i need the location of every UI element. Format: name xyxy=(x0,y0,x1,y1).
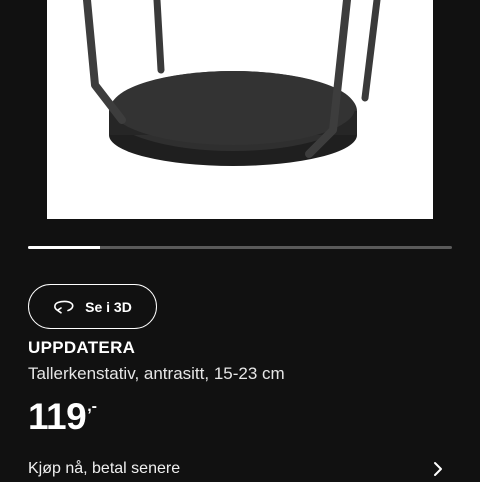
product-price: 119 ,- xyxy=(28,396,97,438)
chevron-right-icon xyxy=(434,462,442,476)
carousel-progress-fill xyxy=(28,246,101,249)
view-in-3d-label: Se i 3D xyxy=(85,298,132,315)
product-name: UPPDATERA xyxy=(28,338,136,357)
price-suffix: ,- xyxy=(87,398,97,415)
buy-now-pay-later-label: Kjøp nå, betal senere xyxy=(28,460,181,477)
product-image[interactable] xyxy=(47,0,433,219)
price-amount: 119 xyxy=(28,396,87,437)
carousel-progress-bar[interactable] xyxy=(28,246,452,249)
buy-now-pay-later-link[interactable]: Kjøp nå, betal senere xyxy=(28,456,444,482)
product-description: Tallerkenstativ, antrasitt, 15-23 cm xyxy=(28,364,285,383)
plate-stand-illustration xyxy=(83,0,381,166)
view-in-3d-button[interactable]: Se i 3D xyxy=(28,284,157,329)
rotate-3d-icon xyxy=(54,300,74,314)
